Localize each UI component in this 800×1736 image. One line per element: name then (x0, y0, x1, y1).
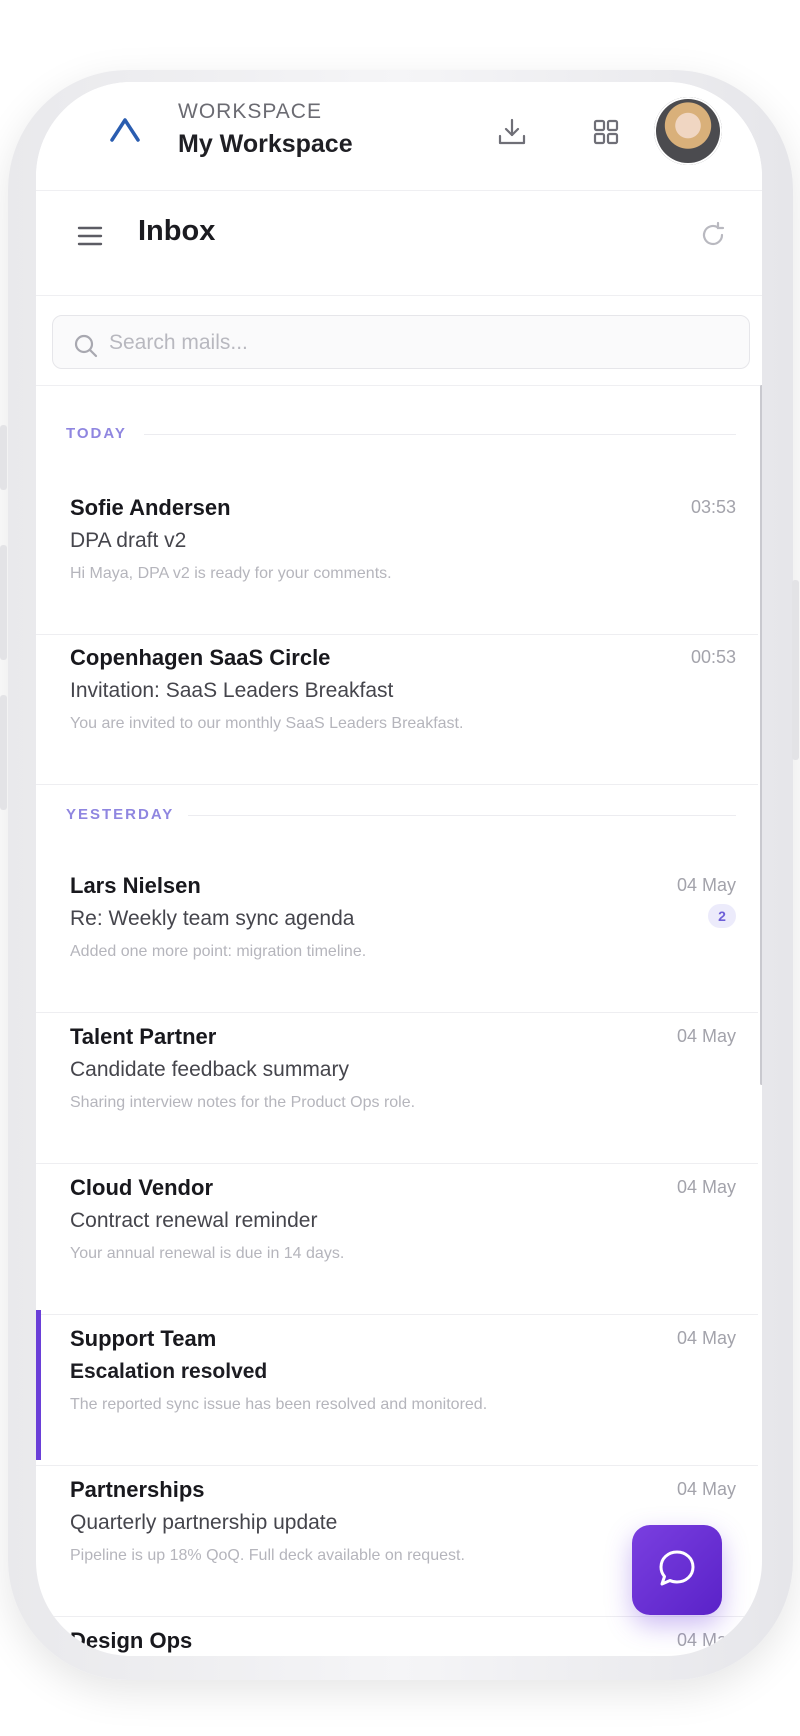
scrollbar[interactable] (760, 385, 762, 1085)
search-box (52, 315, 750, 369)
mail-sender: Partnerships (70, 1477, 205, 1502)
mail-subject: Re: Weekly team sync agenda (70, 907, 355, 930)
mail-preview: Hi Maya, DPA v2 is ready for your commen… (70, 565, 392, 582)
header-divider (36, 190, 762, 191)
section-label-yesterday: YESTERDAY (66, 806, 175, 823)
list-item[interactable]: Lars Nielsen Re: Weekly team sync agenda… (36, 863, 758, 1013)
mail-subject: Contract renewal reminder (70, 1209, 318, 1232)
list-divider (36, 1465, 758, 1466)
search-input[interactable] (107, 325, 711, 361)
mail-preview: Your annual renewal is due in 14 days. (70, 1245, 345, 1262)
workspace-logo-icon[interactable] (108, 114, 142, 148)
workspace-header: WORKSPACE My Workspace (36, 82, 762, 190)
list-item[interactable]: Sofie Andersen DPA draft v2 Hi Maya, DPA… (36, 485, 758, 635)
workspace-label: WORKSPACE (178, 100, 322, 123)
mail-subject: Candidate feedback summary (70, 1058, 349, 1081)
compose-chat-button[interactable] (632, 1525, 722, 1615)
mail-sender: Talent Partner (70, 1024, 217, 1049)
device-side-button (792, 580, 799, 760)
mail-time: 04 May (676, 1328, 736, 1348)
chat-bubble-icon (655, 1546, 699, 1595)
hamburger-icon[interactable] (76, 224, 104, 253)
list-divider (36, 1012, 758, 1013)
mail-time: 04 May (676, 875, 736, 895)
mail-preview: You are invited to our monthly SaaS Lead… (70, 715, 464, 732)
mail-preview: The reported sync issue has been resolve… (70, 1396, 488, 1413)
refresh-icon[interactable] (698, 220, 728, 255)
device-side-button (0, 545, 7, 660)
list-item[interactable]: Talent Partner Candidate feedback summar… (36, 1014, 758, 1164)
mail-time: 04 May (676, 1479, 736, 1499)
app-screen: WORKSPACE My Workspace Inbox Search mail… (36, 82, 762, 1656)
list-item[interactable]: Cloud Vendor Contract renewal reminder Y… (36, 1165, 758, 1315)
toolbar-divider (36, 295, 762, 296)
mail-preview: Pipeline is up 18% QoQ. Full deck availa… (70, 1547, 465, 1564)
mail-sender: Cloud Vendor (70, 1175, 213, 1200)
mail-time: 03:53 (690, 497, 736, 517)
mail-sender: Support Team (70, 1326, 217, 1351)
mail-preview: Added one more point: migration timeline… (70, 943, 367, 960)
section-divider (144, 434, 736, 435)
mail-time: 04 May (676, 1177, 736, 1197)
mail-subject: DPA draft v2 (70, 529, 187, 552)
mail-time: 00:53 (690, 647, 736, 667)
mail-subject: Quarterly partnership update (70, 1511, 338, 1534)
mail-time: 04 May (676, 1630, 736, 1650)
list-item[interactable]: Design Ops 04 May (36, 1618, 758, 1656)
mail-sender: Copenhagen SaaS Circle (70, 645, 331, 670)
list-divider (36, 1314, 758, 1315)
mail-subject: Escalation resolved (70, 1360, 268, 1383)
section-divider (188, 815, 736, 816)
search-divider (36, 385, 762, 386)
mail-sender: Lars Nielsen (70, 873, 201, 898)
thread-count-badge: 2 (708, 904, 736, 928)
mail-preview: Sharing interview notes for the Product … (70, 1094, 416, 1111)
unread-indicator (36, 1310, 41, 1460)
mail-subject: Invitation: SaaS Leaders Breakfast (70, 679, 394, 702)
list-divider (36, 784, 758, 785)
mail-sender: Sofie Andersen (70, 495, 231, 520)
list-item[interactable]: Support Team Escalation resolved The rep… (36, 1310, 758, 1466)
grid-icon[interactable] (586, 112, 626, 152)
device-side-button (0, 695, 7, 810)
page-title: Inbox (138, 215, 216, 247)
search-icon (73, 333, 99, 364)
section-label-today: TODAY (66, 425, 127, 442)
list-divider (36, 1163, 758, 1164)
list-divider (36, 1616, 758, 1617)
inbox-toolbar: Inbox (36, 192, 762, 282)
device-side-button (0, 425, 7, 490)
download-icon[interactable] (492, 112, 532, 152)
mail-sender: Design Ops (70, 1628, 193, 1653)
avatar[interactable] (654, 97, 722, 165)
mail-time: 04 May (676, 1026, 736, 1046)
workspace-name[interactable]: My Workspace (178, 130, 353, 159)
list-item[interactable]: Copenhagen SaaS Circle Invitation: SaaS … (36, 635, 758, 785)
